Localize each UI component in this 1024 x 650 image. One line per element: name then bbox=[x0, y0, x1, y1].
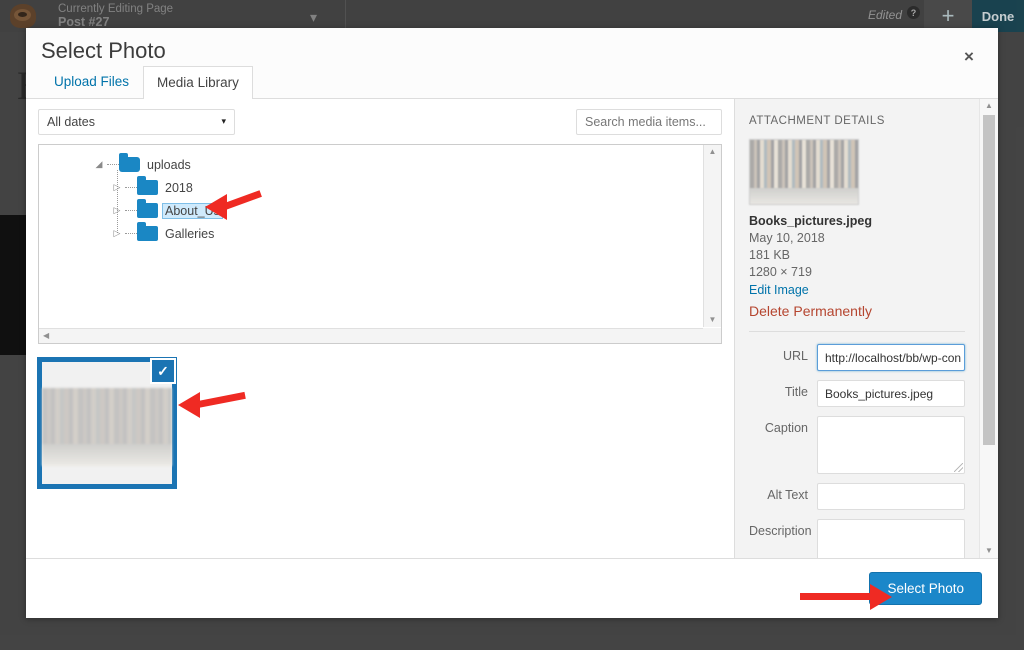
folder-icon bbox=[137, 222, 158, 241]
close-icon[interactable]: × bbox=[954, 42, 984, 72]
title-label: Title bbox=[784, 385, 808, 399]
tree-children: ▷ 2018 ▷ About_Us ▷ Galleries bbox=[109, 170, 702, 245]
annotation-arrow-select-photo bbox=[800, 584, 892, 610]
tree-expander-icon[interactable]: ▷ bbox=[109, 228, 125, 239]
chevron-down-icon: ▾ bbox=[221, 116, 226, 126]
modal-header: Select Photo × Upload Files Media Librar… bbox=[26, 28, 998, 99]
attachment-dimensions: 1280 × 719 bbox=[749, 265, 812, 279]
field-row-description: Description bbox=[749, 519, 965, 558]
tree-expander-icon[interactable]: ▷ bbox=[109, 182, 125, 193]
annotation-arrow-about-us bbox=[205, 190, 262, 220]
tree-item-label: 2018 bbox=[165, 180, 193, 195]
media-toolbar: All dates ▾ Search media items... bbox=[26, 99, 734, 144]
url-field[interactable]: http://localhost/bb/wp-con bbox=[817, 344, 965, 371]
modal-body: All dates ▾ Search media items... ◢ uplo… bbox=[26, 98, 998, 558]
modal-title: Select Photo bbox=[41, 38, 166, 63]
folder-icon bbox=[119, 153, 140, 172]
alt-text-field[interactable] bbox=[817, 483, 965, 510]
scroll-up-icon[interactable]: ▲ bbox=[704, 148, 721, 156]
folder-tree-panel: ◢ uploads ▷ 2018 ▷ About_Us ▷ Galleries … bbox=[38, 144, 722, 344]
tree-connector bbox=[125, 210, 137, 211]
attachment-image bbox=[42, 388, 172, 466]
search-input[interactable]: Search media items... bbox=[576, 108, 722, 135]
title-field[interactable]: Books_pictures.jpeg bbox=[817, 380, 965, 407]
tree-item-about-us[interactable]: ▷ About_Us bbox=[109, 199, 702, 222]
details-divider bbox=[749, 331, 965, 332]
field-row-url: URL http://localhost/bb/wp-con bbox=[749, 344, 965, 371]
folder-icon bbox=[137, 176, 158, 195]
caption-field[interactable] bbox=[817, 416, 965, 474]
tree-connector bbox=[125, 233, 137, 234]
attachment-filesize: 181 KB bbox=[749, 248, 791, 262]
tree-item-2018[interactable]: ▷ 2018 bbox=[109, 176, 702, 199]
tree-item-label: Galleries bbox=[165, 226, 215, 241]
attachment-details-content: ATTACHMENT DETAILS Books_pictures.jpeg M… bbox=[735, 99, 979, 558]
scrollbar-corner bbox=[703, 328, 721, 343]
tree-item-label: uploads bbox=[147, 157, 191, 172]
tree-expander-icon[interactable]: ◢ bbox=[91, 159, 107, 170]
description-label: Description bbox=[749, 524, 812, 538]
field-row-alt-text: Alt Text bbox=[749, 483, 965, 510]
scrollbar-thumb[interactable] bbox=[983, 115, 995, 445]
selected-check-icon: ✓ bbox=[150, 358, 176, 384]
caption-label: Caption bbox=[764, 421, 808, 435]
attachment-details-panel: ATTACHMENT DETAILS Books_pictures.jpeg M… bbox=[734, 99, 998, 558]
attachment-detail-image bbox=[749, 139, 859, 205]
tree-item-uploads[interactable]: ◢ uploads bbox=[91, 153, 702, 176]
scroll-left-icon[interactable]: ◀ bbox=[43, 332, 49, 340]
tree-vertical-scrollbar[interactable]: ▲ ▼ bbox=[703, 145, 721, 327]
attachment-filename: Books_pictures.jpeg bbox=[749, 214, 872, 228]
details-vertical-scrollbar[interactable]: ▲ ▼ bbox=[979, 99, 998, 558]
tree-connector bbox=[107, 164, 119, 165]
folder-icon bbox=[137, 199, 158, 218]
url-label: URL bbox=[782, 349, 808, 363]
tree-expander-icon[interactable]: ▷ bbox=[109, 205, 125, 216]
folder-tree: ◢ uploads ▷ 2018 ▷ About_Us ▷ Galleries bbox=[39, 153, 702, 327]
date-filter-select[interactable]: All dates ▾ bbox=[38, 108, 235, 135]
scroll-up-icon[interactable]: ▲ bbox=[980, 102, 998, 110]
edit-image-link[interactable]: Edit Image bbox=[749, 283, 809, 297]
scroll-down-icon[interactable]: ▼ bbox=[704, 316, 721, 324]
tree-horizontal-scrollbar[interactable]: ◀ bbox=[39, 328, 703, 343]
select-photo-modal: Select Photo × Upload Files Media Librar… bbox=[26, 28, 998, 618]
date-filter-value: All dates bbox=[47, 114, 95, 129]
field-row-caption: Caption bbox=[749, 416, 965, 474]
delete-permanently-link[interactable]: Delete Permanently bbox=[749, 303, 965, 319]
description-field[interactable] bbox=[817, 519, 965, 558]
attachment-date: May 10, 2018 bbox=[749, 231, 825, 245]
alt-text-label: Alt Text bbox=[767, 488, 808, 502]
tab-media-library[interactable]: Media Library bbox=[143, 66, 253, 99]
tree-item-galleries[interactable]: ▷ Galleries bbox=[109, 222, 702, 245]
tree-connector bbox=[125, 187, 137, 188]
attachment-thumbnail-books-pictures[interactable]: ✓ bbox=[38, 358, 176, 488]
tab-upload-files[interactable]: Upload Files bbox=[40, 65, 143, 98]
media-browser: All dates ▾ Search media items... ◢ uplo… bbox=[26, 99, 734, 558]
scroll-down-icon[interactable]: ▼ bbox=[980, 547, 998, 555]
field-row-title: Title Books_pictures.jpeg bbox=[749, 380, 965, 407]
modal-tabs: Upload Files Media Library bbox=[40, 65, 253, 99]
annotation-arrow-thumbnail bbox=[178, 391, 246, 418]
attachments-grid: ✓ bbox=[26, 344, 734, 558]
attachment-details-heading: ATTACHMENT DETAILS bbox=[749, 115, 885, 127]
